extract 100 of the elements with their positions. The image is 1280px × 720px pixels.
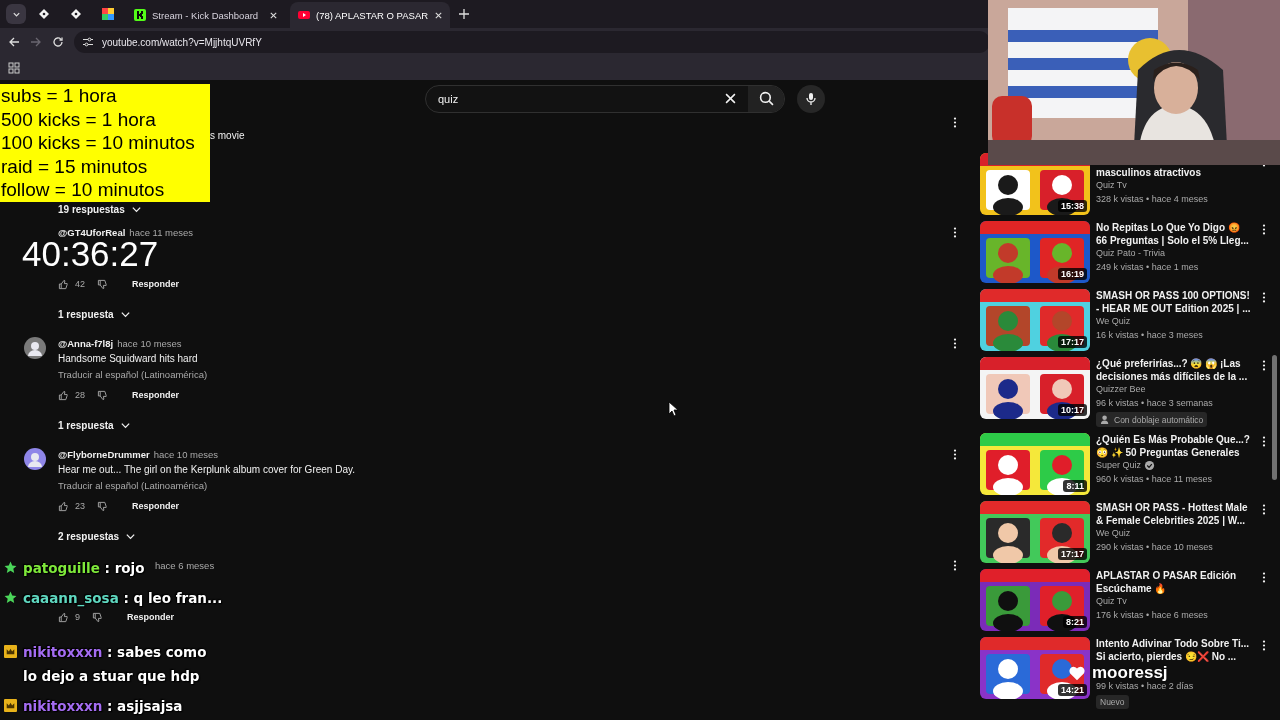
thumbs-up-icon[interactable] — [58, 500, 69, 512]
goal-text: subs = 1 hora — [0, 84, 118, 108]
replies-toggle[interactable]: 2 respuestas — [58, 524, 137, 548]
more-icon[interactable] — [1262, 292, 1266, 303]
close-icon[interactable] — [434, 10, 444, 20]
more-icon[interactable] — [1262, 224, 1266, 235]
video-stats: 96 k vistas • hace 3 semanas — [1096, 396, 1213, 410]
star-icon — [4, 561, 17, 574]
thumbs-up-icon[interactable] — [58, 389, 69, 401]
color-grid-icon — [102, 8, 114, 20]
back-icon[interactable] — [8, 36, 20, 48]
close-icon[interactable] — [725, 93, 736, 104]
replies-toggle[interactable]: 19 respuestas — [58, 202, 142, 216]
video-duration: 17:17 — [1057, 548, 1087, 560]
address-bar[interactable]: youtube.com/watch?v=MjjhtqUVRfY — [74, 31, 990, 53]
crown-icon — [4, 645, 17, 658]
video-thumbnail[interactable]: 10:17 — [980, 357, 1090, 419]
chat-message: caaann_sosa : q leo fran... — [23, 589, 223, 609]
video-thumbnail[interactable]: 8:21 — [980, 569, 1090, 631]
translate-link[interactable]: Traducir al español (Latinoamérica) — [58, 480, 208, 491]
more-icon[interactable] — [1262, 360, 1266, 371]
comment-author[interactable]: @Anna-f7l8j — [58, 337, 114, 349]
comment-author[interactable]: @GT4UforReal — [58, 226, 126, 238]
more-icon[interactable] — [1262, 436, 1266, 447]
video-thumbnail[interactable]: 14:21 — [980, 637, 1090, 699]
browser-tab[interactable]: (78) APLASTAR O PASAR — [290, 2, 450, 28]
more-icon[interactable] — [953, 559, 957, 571]
thumbs-down-icon[interactable] — [97, 389, 108, 401]
translate-link[interactable]: Traducir al español (Latinoamérica) — [58, 369, 208, 380]
channel-name[interactable]: We Quiz — [1096, 315, 1131, 329]
search-bar[interactable]: quiz — [425, 84, 785, 113]
forward-icon[interactable] — [30, 36, 42, 48]
site-settings-icon[interactable] — [82, 36, 94, 48]
video-title[interactable]: APLASTAR O PASAR Edición Escúchame 🔥 — [1096, 569, 1252, 595]
thumbs-up-icon[interactable] — [58, 278, 69, 290]
comment-author[interactable]: @FlyborneDrummer — [58, 448, 150, 460]
thumbs-down-icon[interactable] — [97, 500, 108, 512]
video-thumbnail[interactable]: 17:17 — [980, 501, 1090, 563]
like-count: 9 — [75, 612, 80, 622]
reload-icon[interactable] — [52, 36, 64, 48]
video-title[interactable]: ¿Qué preferirías...? 😨 😱 ¡Las decisiones más difíciles de la ... — [1096, 357, 1252, 383]
thumbs-down-icon[interactable] — [92, 611, 103, 623]
close-icon[interactable] — [269, 10, 278, 20]
channel-name[interactable]: Quizzer Bee — [1096, 383, 1146, 397]
video-thumbnail[interactable]: 16:19 — [980, 221, 1090, 283]
reply-button[interactable]: Responder — [123, 610, 179, 624]
follower-name: mooressj — [1092, 665, 1168, 681]
goal-text: 500 kicks = 1 hora — [0, 107, 157, 132]
thumbs-up-icon[interactable] — [58, 611, 69, 623]
video-stats: 16 k vistas • hace 3 meses — [1096, 328, 1203, 342]
goal-text: follow = 10 minutos — [0, 178, 166, 202]
video-title[interactable]: ¿Quién Es Más Probable Que...? 😳 ✨ 50 Preguntas Generales — [1096, 433, 1252, 459]
apps-icon[interactable] — [8, 62, 20, 74]
channel-name[interactable]: We Quiz — [1096, 527, 1131, 541]
video-title[interactable]: No Repitas Lo Que Yo Digo 😡 66 Preguntas | Solo el 5% Lleg... — [1096, 221, 1252, 247]
reply-button[interactable]: Responder — [128, 499, 184, 513]
like-count: 23 — [75, 501, 85, 511]
user-avatar[interactable] — [24, 448, 46, 470]
tab-search-button[interactable] — [6, 4, 26, 24]
more-icon[interactable] — [1262, 504, 1266, 515]
video-thumbnail[interactable]: 17:17 — [980, 289, 1090, 351]
scrollbar-thumb[interactable] — [1272, 355, 1277, 480]
more-icon[interactable] — [953, 337, 957, 349]
replies-toggle[interactable]: 1 respuesta — [58, 302, 131, 326]
video-stats: 249 k vistas • hace 1 mes — [1096, 260, 1199, 274]
thumbs-down-icon[interactable] — [97, 278, 108, 290]
search-icon — [758, 91, 774, 106]
channel-name[interactable]: Super Quiz — [1096, 459, 1142, 473]
new-tab-icon[interactable] — [458, 8, 470, 20]
countdown-timer: 40:36:27 — [22, 236, 159, 272]
more-icon[interactable] — [1262, 572, 1266, 583]
channel-name[interactable]: Quiz Tv — [1096, 179, 1127, 193]
search-button[interactable] — [748, 85, 784, 112]
more-icon[interactable] — [953, 226, 957, 238]
more-icon[interactable] — [953, 448, 957, 460]
video-duration: 17:17 — [1057, 336, 1087, 348]
channel-name[interactable]: Quiz Pato - Trivia — [1096, 247, 1166, 261]
mic-icon — [805, 91, 817, 106]
play-icon — [298, 9, 310, 21]
video-title[interactable]: SMASH OR PASS 100 OPTIONS! - HEAR ME OUT Edition 2025 | ... — [1096, 289, 1252, 315]
new-badge: Nuevo — [1096, 695, 1129, 709]
channel-name[interactable]: Quiz Tv — [1096, 595, 1127, 609]
video-duration: 15:38 — [1057, 200, 1087, 212]
more-icon[interactable] — [953, 117, 957, 128]
user-avatar[interactable] — [24, 337, 46, 359]
browser-tab[interactable]: Stream - Kick Dashboard — [126, 2, 286, 28]
video-title[interactable]: Intento Adivinar Todo Sobre Ti... Si acierto, pierdes 😏❌ No ... — [1096, 637, 1252, 663]
more-icon[interactable] — [1262, 640, 1266, 651]
search-field[interactable]: quiz — [426, 85, 725, 112]
chat-message: patoguille : rojo — [23, 559, 145, 578]
voice-search-button[interactable] — [797, 84, 825, 113]
video-stats: 328 k vistas • hace 4 meses — [1096, 192, 1208, 206]
video-title[interactable]: masculinos atractivos — [1096, 166, 1252, 179]
video-duration: 8:21 — [1063, 616, 1087, 628]
reply-button[interactable]: Responder — [128, 388, 184, 402]
replies-toggle[interactable]: 1 respuesta — [58, 413, 131, 437]
video-thumbnail[interactable]: 8:11 — [980, 433, 1090, 495]
dubbed-badge: Con doblaje automático — [1096, 412, 1208, 427]
video-title[interactable]: SMASH OR PASS - Hottest Male & Female Celebrities 2025 | W... — [1096, 501, 1252, 527]
reply-button[interactable]: Responder — [128, 277, 184, 291]
